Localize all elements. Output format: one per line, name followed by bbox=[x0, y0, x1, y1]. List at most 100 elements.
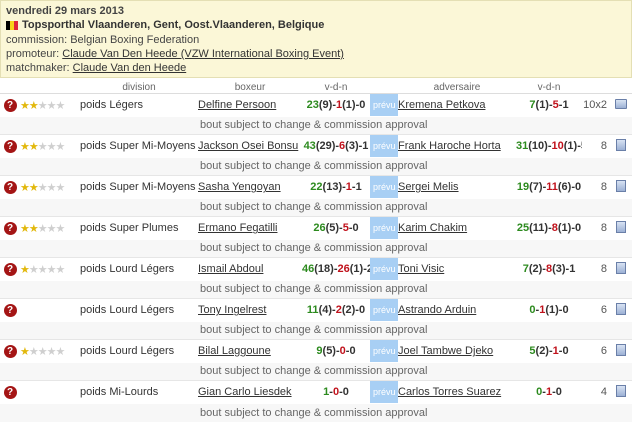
rating-star-icon: ★ bbox=[28, 263, 39, 276]
bout-row: ? ★★★★★ poids Légers Delfine Persoon 23(9)-1… bbox=[0, 93, 632, 117]
record-draws: 0 bbox=[575, 222, 582, 235]
bout-division: poids Super Plumes bbox=[80, 216, 198, 240]
rating-star-icon: ★ bbox=[55, 181, 66, 194]
opponent-link[interactable]: Karim Chakim bbox=[398, 222, 467, 234]
boxer-record: 11(4)-2(2)-0 bbox=[302, 298, 370, 322]
opponent-link[interactable]: Toni Visic bbox=[398, 263, 444, 275]
bout-note: bout subject to change & commission appr… bbox=[198, 198, 632, 217]
rating-star-icon: ★ bbox=[20, 222, 30, 235]
bout-row: ? ★★★★★ poids Lourd Légers Bilal Laggoune 9(… bbox=[0, 339, 632, 363]
record-wins: 19 bbox=[516, 181, 530, 194]
bout-row: ? ★★★★★ poids Super Plumes Ermano Fegatilli… bbox=[0, 216, 632, 240]
boxer-link[interactable]: Delfine Persoon bbox=[198, 99, 276, 111]
bout-note: bout subject to change & commission appr… bbox=[198, 403, 632, 422]
record-wins: 26 bbox=[313, 222, 326, 235]
rating-star-icon: ★ bbox=[46, 222, 57, 235]
col-boxer: boxeur bbox=[198, 82, 302, 94]
rating-star-icon: ★ bbox=[20, 345, 30, 358]
table-header-row: division boxeur v-d-n adversaire v-d-n bbox=[0, 82, 632, 94]
opponent-link[interactable]: Frank Haroche Horta bbox=[398, 140, 501, 152]
boxer-link[interactable]: Ismail Abdoul bbox=[198, 263, 263, 275]
rating-star-icon: ★ bbox=[46, 99, 57, 112]
rating-star-icon: ★ bbox=[37, 140, 48, 153]
prevu-badge: prévu bbox=[370, 135, 398, 158]
tv-icon[interactable] bbox=[616, 220, 626, 233]
bout-note: bout subject to change & commission appr… bbox=[198, 239, 632, 258]
prevu-badge: prévu bbox=[370, 217, 398, 240]
boxer-record: 1-0-0 bbox=[302, 380, 370, 404]
boxer-link[interactable]: Tony Ingelrest bbox=[198, 304, 266, 316]
status-question-icon[interactable]: ? bbox=[3, 98, 17, 112]
record-losses-ko: (1) bbox=[342, 99, 356, 112]
record-wins: 46 bbox=[302, 263, 315, 276]
tv-icon[interactable] bbox=[616, 138, 626, 151]
commission-value: Belgian Boxing Federation bbox=[70, 34, 200, 46]
record-draws: 0 bbox=[359, 99, 366, 112]
matchmaker-label: matchmaker: bbox=[6, 62, 70, 74]
bout-note-row: bout subject to change & commission appr… bbox=[0, 157, 632, 176]
record-wins-ko: (2) bbox=[528, 263, 543, 276]
record-losses: 11 bbox=[546, 181, 558, 194]
opponent-record: 31(10)-10(1)-5 bbox=[516, 134, 582, 158]
record-wins-ko: (5) bbox=[325, 222, 340, 235]
status-question-icon[interactable]: ? bbox=[3, 262, 17, 276]
rating-star-icon: ★ bbox=[55, 263, 66, 276]
status-question-icon[interactable]: ? bbox=[3, 221, 17, 235]
record-wins: 31 bbox=[516, 140, 529, 153]
opponent-link[interactable]: Kremena Petkova bbox=[398, 99, 485, 111]
prevu-badge: prévu bbox=[370, 340, 398, 363]
rating-star-icon: ★ bbox=[46, 263, 57, 276]
status-question-icon[interactable]: ? bbox=[3, 180, 17, 194]
record-wins: 11 bbox=[306, 304, 319, 317]
bout-note-row: bout subject to change & commission appr… bbox=[0, 403, 632, 422]
record-wins-ko: (29) bbox=[315, 140, 336, 153]
opponent-record: 25(11)-8(1)-0 bbox=[516, 216, 582, 240]
bout-rounds: 6 bbox=[582, 339, 610, 363]
tv-icon[interactable] bbox=[616, 343, 626, 356]
bout-rating bbox=[20, 298, 80, 322]
opponent-link[interactable]: Sergei Melis bbox=[398, 181, 459, 193]
status-question-icon[interactable]: ? bbox=[3, 303, 17, 317]
prevu-badge: prévu bbox=[370, 258, 398, 281]
bout-rounds: 8 bbox=[582, 216, 610, 240]
bout-row: ? poids Mi-Lourds Gian Carlo Liesdek 1-0-0 p… bbox=[0, 380, 632, 404]
rating-star-icon: ★ bbox=[55, 140, 66, 153]
record-losses-ko: (6) bbox=[557, 181, 572, 194]
bout-note: bout subject to change & commission appr… bbox=[198, 116, 632, 135]
commission-line: commission: Belgian Boxing Federation bbox=[6, 33, 626, 47]
boxer-record: 22(13)-1-1 bbox=[302, 175, 370, 199]
col-record: v-d-n bbox=[302, 82, 370, 94]
bout-rating: ★★★★★ bbox=[20, 175, 80, 199]
bouts-table: division boxeur v-d-n adversaire v-d-n ?… bbox=[0, 82, 632, 422]
tv-icon[interactable] bbox=[616, 384, 626, 397]
record-wins-ko: (2) bbox=[535, 345, 549, 358]
status-question-icon[interactable]: ? bbox=[3, 385, 17, 399]
book-icon[interactable] bbox=[615, 98, 627, 109]
tv-icon[interactable] bbox=[616, 261, 626, 274]
opponent-link[interactable]: Carlos Torres Suarez bbox=[398, 386, 501, 398]
boxer-link[interactable]: Bilal Laggoune bbox=[198, 345, 271, 357]
record-draws: 0 bbox=[358, 304, 366, 317]
matchmaker-link[interactable]: Claude Van den Heede bbox=[73, 62, 187, 74]
rating-star-icon: ★ bbox=[28, 140, 39, 153]
status-question-icon[interactable]: ? bbox=[3, 344, 17, 358]
bout-rating bbox=[20, 380, 80, 404]
promoter-link[interactable]: Claude Van Den Heede (VZW International … bbox=[62, 48, 344, 60]
boxer-link[interactable]: Gian Carlo Liesdek bbox=[198, 386, 292, 398]
opponent-link[interactable]: Astrando Arduin bbox=[398, 304, 476, 316]
opponent-record: 0-1-0 bbox=[516, 380, 582, 404]
record-draws: 0 bbox=[342, 386, 349, 399]
event-date: vendredi 29 mars 2013 bbox=[6, 5, 125, 17]
boxer-link[interactable]: Jackson Osei Bonsu bbox=[198, 140, 298, 152]
rating-star-icon: ★ bbox=[46, 345, 57, 358]
tv-icon[interactable] bbox=[616, 302, 626, 315]
boxer-link[interactable]: Sasha Yengoyan bbox=[198, 181, 281, 193]
promoter-line: promoteur: Claude Van Den Heede (VZW Int… bbox=[6, 47, 626, 61]
tv-icon[interactable] bbox=[616, 179, 626, 192]
bout-row: ? ★★★★★ poids Super Mi-Moyens Sasha Yengoya… bbox=[0, 175, 632, 199]
bout-note-row: bout subject to change & commission appr… bbox=[0, 239, 632, 258]
boxer-link[interactable]: Ermano Fegatilli bbox=[198, 222, 277, 234]
status-question-icon[interactable]: ? bbox=[3, 139, 17, 153]
opponent-link[interactable]: Joel Tambwe Djeko bbox=[398, 345, 493, 357]
bout-note-row: bout subject to change & commission appr… bbox=[0, 362, 632, 381]
